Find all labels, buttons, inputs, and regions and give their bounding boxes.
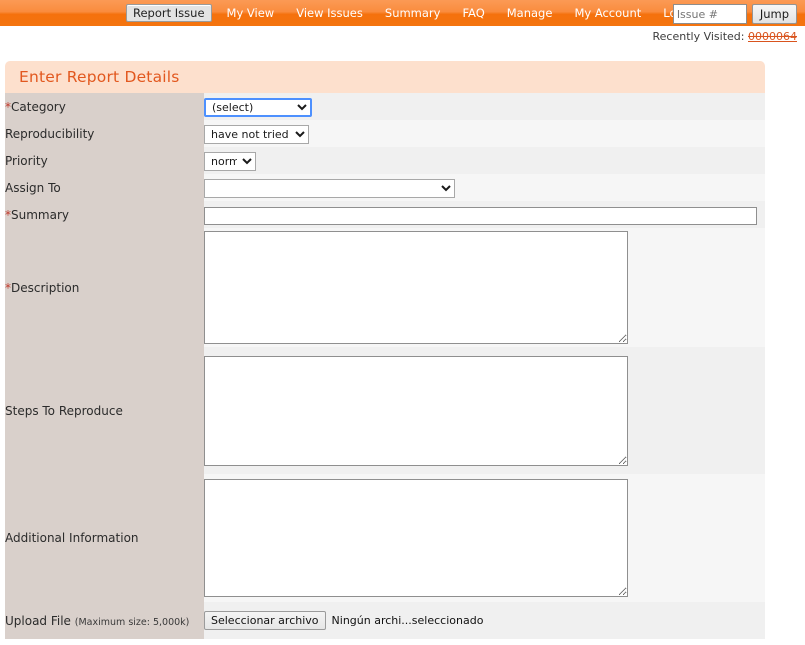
priority-select[interactable]: normal — [204, 152, 256, 171]
nav-item-my-view[interactable]: My View — [216, 4, 286, 22]
field-summary — [204, 201, 765, 228]
nav-links: Report Issue My View View Issues Summary… — [122, 0, 714, 26]
issue-number-input[interactable] — [672, 4, 747, 24]
label-text-summary: Summary — [11, 207, 69, 222]
form-row-priority: Priority normal — [5, 147, 765, 174]
form-row-upload-file: Upload File (Maximum size: 5,000k) Selec… — [5, 602, 765, 639]
jump-button[interactable]: Jump — [751, 4, 797, 24]
description-textarea[interactable] — [204, 231, 628, 344]
nav-item-faq[interactable]: FAQ — [451, 4, 495, 22]
form-row-category: *Category (select) — [5, 93, 765, 120]
label-text-additional-information: Additional Information — [5, 531, 139, 545]
assign-to-select[interactable] — [204, 179, 455, 198]
label-text-category: Category — [11, 99, 66, 114]
label-text-assign-to: Assign To — [5, 180, 61, 195]
label-category: *Category — [5, 93, 204, 120]
label-text-description: Description — [11, 280, 80, 295]
choose-file-button[interactable]: Seleccionar archivo — [204, 611, 326, 630]
label-assign-to: Assign To — [5, 174, 204, 201]
field-priority: normal — [204, 147, 765, 174]
form-row-assign-to: Assign To — [5, 174, 765, 201]
field-reproducibility: have not tried — [204, 120, 765, 147]
recently-visited-label: Recently Visited: — [652, 30, 745, 43]
summary-input[interactable] — [204, 206, 757, 225]
label-text-steps-to-reproduce: Steps To Reproduce — [5, 403, 123, 418]
label-priority: Priority — [5, 147, 204, 174]
form-row-steps-to-reproduce: Steps To Reproduce — [5, 347, 765, 474]
field-steps-to-reproduce — [204, 347, 765, 474]
report-details-form: *Category (select) Reproducibility have … — [5, 93, 765, 639]
label-text-reproducibility: Reproducibility — [5, 126, 95, 141]
label-text-priority: Priority — [5, 153, 48, 168]
field-category: (select) — [204, 93, 765, 120]
label-text-upload-file: Upload File — [5, 613, 71, 628]
field-assign-to — [204, 174, 765, 201]
label-description: *Description — [5, 228, 204, 347]
recently-visited: Recently Visited: 0000064 — [653, 30, 797, 43]
additional-information-textarea[interactable] — [204, 479, 628, 597]
category-select[interactable]: (select) — [204, 98, 312, 117]
label-upload-file: Upload File (Maximum size: 5,000k) — [5, 602, 204, 639]
nav-item-summary[interactable]: Summary — [374, 4, 452, 22]
reproducibility-select[interactable]: have not tried — [204, 125, 309, 144]
nav-item-view-issues[interactable]: View Issues — [285, 4, 374, 22]
form-row-additional-information: Additional Information — [5, 474, 765, 602]
field-description — [204, 228, 765, 347]
upload-file-size-hint: (Maximum size: 5,000k) — [74, 616, 190, 628]
jump-to-issue-area: Jump — [672, 4, 797, 24]
selected-file-name: Ningún archi...seleccionado — [331, 614, 484, 627]
steps-to-reproduce-textarea[interactable] — [204, 355, 628, 466]
nav-item-my-account[interactable]: My Account — [563, 4, 652, 22]
enter-report-details-panel: Enter Report Details *Category (select) … — [5, 61, 765, 639]
label-summary: *Summary — [5, 201, 204, 228]
file-input-row: Seleccionar archivo Ningún archi...selec… — [204, 611, 765, 630]
panel-header: Enter Report Details — [5, 61, 765, 93]
recently-visited-issue-link[interactable]: 0000064 — [748, 30, 797, 43]
form-row-description: *Description — [5, 228, 765, 347]
form-row-summary: *Summary — [5, 201, 765, 228]
field-upload-file: Seleccionar archivo Ningún archi...selec… — [204, 602, 765, 639]
field-additional-information — [204, 474, 765, 602]
label-steps-to-reproduce: Steps To Reproduce — [5, 347, 204, 474]
form-row-reproducibility: Reproducibility have not tried — [5, 120, 765, 147]
page-title: Enter Report Details — [19, 68, 180, 86]
label-reproducibility: Reproducibility — [5, 120, 204, 147]
label-additional-information: Additional Information — [5, 474, 204, 602]
top-navigation-bar: Report Issue My View View Issues Summary… — [0, 0, 805, 26]
nav-item-report-issue[interactable]: Report Issue — [126, 4, 212, 22]
nav-item-manage[interactable]: Manage — [496, 4, 564, 22]
